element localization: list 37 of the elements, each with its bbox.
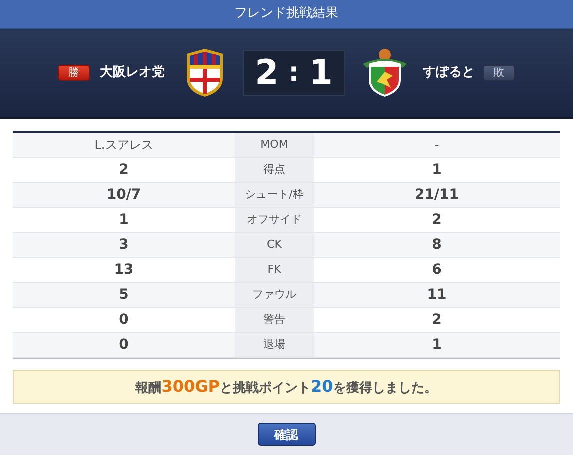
table-cell-text: 5 <box>118 286 130 304</box>
scoreboard: 2 : 1 <box>243 50 345 96</box>
table-cell-text: 11 <box>426 286 448 304</box>
table-cell-text: 2 <box>431 210 443 230</box>
win-badge: 勝 <box>58 65 90 81</box>
stat-label: シュート/枠 <box>235 183 314 207</box>
table-cell-text: 2 <box>431 310 443 330</box>
confirm-button[interactable]: 確認 <box>258 423 316 446</box>
table-cell-text: 6 <box>431 260 443 280</box>
table-cell-text: L.スアレス <box>94 137 154 154</box>
table-cell-text: 1 <box>118 210 130 230</box>
table-cell-text: 2 <box>118 160 130 180</box>
stat-label: CK <box>235 233 314 257</box>
stat-label: ファウル <box>235 283 314 307</box>
table-cell-text: 0 <box>118 310 130 330</box>
table-cell-text: 13 <box>113 260 135 280</box>
shield-crest-icon <box>185 48 225 98</box>
reward-message: 報酬300GPと挑戦ポイント 20を獲得しました。 <box>13 370 560 404</box>
table-cell-text: 21/11 <box>414 186 460 204</box>
loss-badge: 敗 <box>483 65 515 81</box>
team-name: すぽると <box>423 64 475 82</box>
stat-label: FK <box>235 258 314 282</box>
table-cell-text: 1 <box>431 336 443 354</box>
stat-label: MOM <box>235 133 314 157</box>
table-cell-text: 10/7 <box>106 186 142 204</box>
table-cell-text: 1 <box>431 160 443 180</box>
shield-crest-icon <box>361 48 409 98</box>
table-cell-text: 3 <box>118 236 130 254</box>
stat-label: オフサイド <box>235 208 314 232</box>
stat-label: 得点 <box>235 158 314 182</box>
table-cell-text: 0 <box>118 336 130 354</box>
team-name: 大阪レオ党 <box>100 64 165 82</box>
table-cell-text: - <box>434 137 440 154</box>
table-cell-text: 8 <box>431 236 443 254</box>
stat-label: 警告 <box>235 308 314 332</box>
stat-label: 退場 <box>235 333 314 357</box>
window-title: フレンド挑戦結果 <box>234 5 338 24</box>
